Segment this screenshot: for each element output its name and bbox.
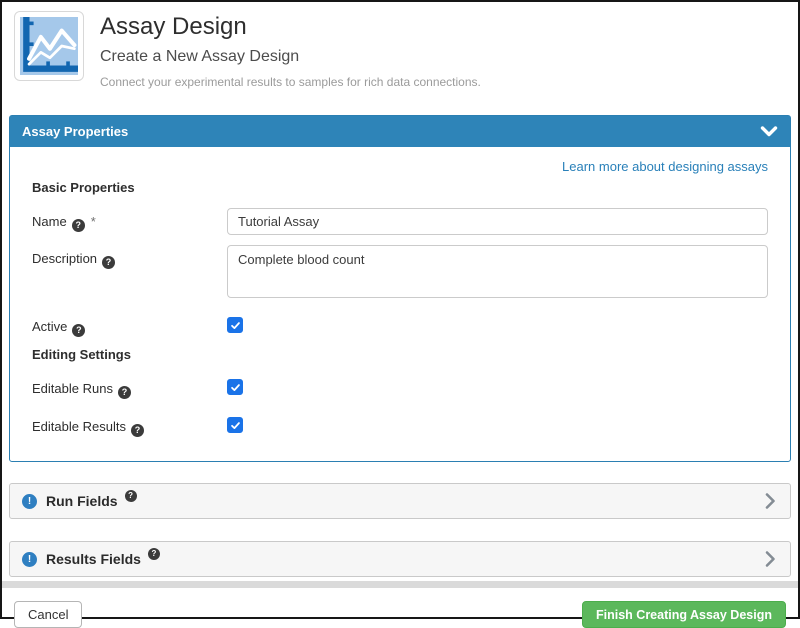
footer-bar: Cancel Finish Creating Assay Design: [2, 588, 798, 628]
help-icon[interactable]: ?: [102, 256, 115, 269]
help-icon[interactable]: ?: [72, 219, 85, 232]
editable-runs-label: Editable Runs?: [32, 375, 227, 399]
editable-results-label: Editable Results?: [32, 413, 227, 437]
results-fields-title: Results Fields: [46, 551, 141, 567]
editable-runs-row: Editable Runs?: [32, 375, 768, 399]
chevron-down-icon: [760, 126, 778, 138]
assay-design-icon: [14, 11, 84, 81]
help-icon[interactable]: ?: [118, 386, 131, 399]
assay-properties-panel-header[interactable]: Assay Properties: [10, 116, 790, 147]
check-icon: [230, 420, 241, 431]
footer-separator: [2, 581, 798, 588]
active-label: Active?: [32, 313, 227, 337]
description-label: Description?: [32, 245, 227, 269]
cancel-button[interactable]: Cancel: [14, 601, 82, 628]
editable-results-row: Editable Results?: [32, 413, 768, 437]
active-row: Active?: [32, 313, 768, 337]
description-row: Description? Complete blood count: [32, 245, 768, 303]
name-input[interactable]: [227, 208, 768, 235]
page-header: Assay Design Create a New Assay Design C…: [2, 2, 798, 89]
help-icon[interactable]: ?: [131, 424, 144, 437]
editable-results-checkbox[interactable]: [227, 417, 243, 433]
page-description: Connect your experimental results to sam…: [100, 75, 481, 89]
page-title: Assay Design: [100, 13, 481, 41]
help-icon[interactable]: ?: [72, 324, 85, 337]
help-icon[interactable]: ?: [125, 490, 137, 502]
line-chart-icon: [20, 17, 78, 75]
assay-properties-panel-body: Learn more about designing assays Basic …: [10, 147, 790, 461]
results-fields-panel[interactable]: ! Results Fields ?: [9, 541, 791, 577]
info-icon: !: [22, 552, 37, 567]
required-marker: *: [91, 214, 96, 229]
chevron-right-icon: [765, 550, 776, 568]
run-fields-panel[interactable]: ! Run Fields ?: [9, 483, 791, 519]
info-icon: !: [22, 494, 37, 509]
learn-more-link[interactable]: Learn more about designing assays: [32, 159, 768, 174]
assay-properties-panel: Assay Properties Learn more about design…: [9, 115, 791, 462]
editable-runs-checkbox[interactable]: [227, 379, 243, 395]
name-label: Name?*: [32, 208, 227, 232]
chevron-right-icon: [765, 492, 776, 510]
finish-creating-assay-design-button[interactable]: Finish Creating Assay Design: [582, 601, 786, 628]
name-row: Name?*: [32, 208, 768, 235]
assay-properties-title: Assay Properties: [22, 124, 128, 139]
help-icon[interactable]: ?: [148, 548, 160, 560]
basic-properties-heading: Basic Properties: [32, 180, 768, 196]
editing-settings-heading: Editing Settings: [32, 347, 768, 363]
run-fields-title: Run Fields: [46, 493, 118, 509]
active-checkbox[interactable]: [227, 317, 243, 333]
check-icon: [230, 382, 241, 393]
page-subtitle: Create a New Assay Design: [100, 48, 481, 66]
description-textarea[interactable]: Complete blood count: [227, 245, 768, 298]
check-icon: [230, 320, 241, 331]
